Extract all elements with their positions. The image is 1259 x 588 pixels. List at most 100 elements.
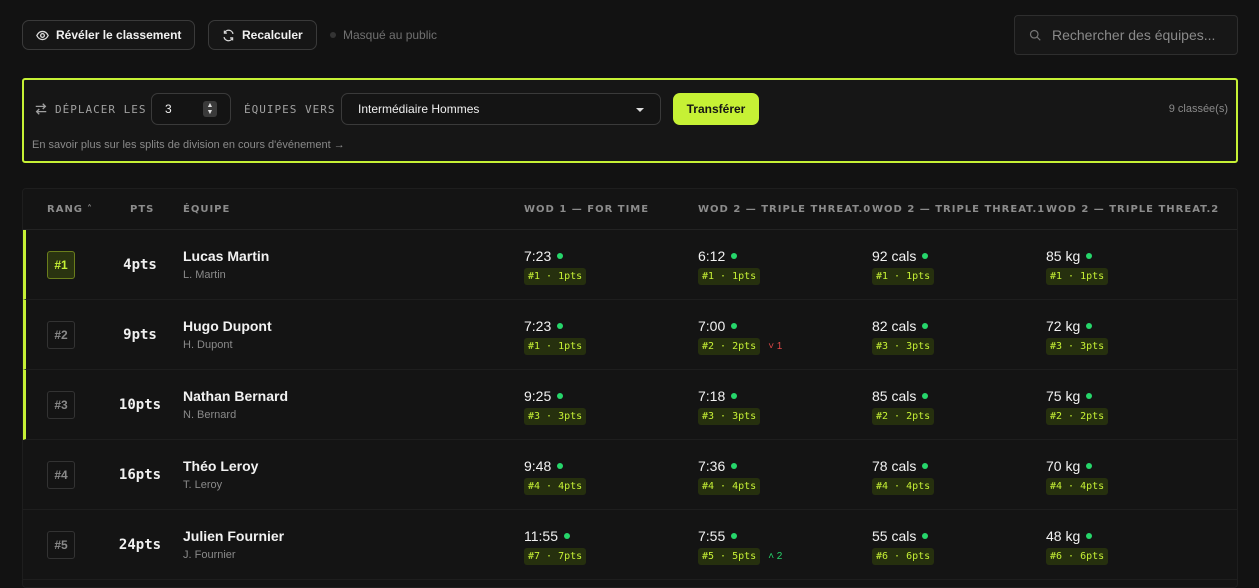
score-cell[interactable]: 6:12 #1 · 1pts	[698, 247, 761, 285]
validated-dot	[731, 253, 738, 259]
team-name[interactable]: Théo Leroy	[183, 458, 258, 474]
rank-badge: #3	[47, 391, 75, 419]
score-rank-chip: #6 · 6pts	[1046, 548, 1109, 565]
score-value: 7:36	[698, 458, 726, 474]
score-cell[interactable]: 92 cals #1 · 1pts	[872, 247, 935, 285]
validated-dot	[1086, 323, 1093, 329]
score-rank-chip: #2 · 2pts	[872, 408, 935, 425]
count-stepper[interactable]: ▲ ▼	[203, 101, 217, 117]
team-name[interactable]: Lucas Martin	[183, 248, 269, 264]
validated-dot	[922, 253, 929, 259]
validated-dot	[1086, 253, 1093, 259]
score-value: 55 cals	[872, 528, 917, 544]
validated-dot	[1086, 463, 1093, 469]
transfer-arrows-icon	[35, 103, 47, 115]
score-rank-chip: #5 · 5pts	[698, 548, 761, 565]
score-cell[interactable]: 7:18 #3 · 3pts	[698, 387, 761, 425]
table-row[interactable]: #4 16pts Théo Leroy T. Leroy 9:48 #4 · 4p…	[23, 440, 1237, 510]
score-value: 78 cals	[872, 458, 917, 474]
rank-badge: #5	[47, 531, 75, 559]
score-cell[interactable]: 55 cals #6 · 6pts	[872, 527, 935, 565]
score-cell[interactable]: 72 kg #3 · 3pts	[1046, 317, 1109, 355]
stepper-up-icon[interactable]: ▲	[207, 102, 214, 109]
score-rank-chip: #1 · 1pts	[1046, 268, 1109, 285]
score-cell[interactable]: 48 kg #6 · 6pts	[1046, 527, 1109, 565]
score-rank-chip: #3 · 3pts	[698, 408, 761, 425]
validated-dot	[557, 463, 564, 469]
recalculate-button[interactable]: Recalculer	[208, 20, 317, 50]
score-cell[interactable]: 70 kg #4 · 4pts	[1046, 457, 1109, 495]
team-count-input[interactable]: 3 ▲ ▼	[151, 93, 231, 125]
score-cell[interactable]: 78 cals #4 · 4pts	[872, 457, 935, 495]
score-value: 11:55	[524, 528, 558, 544]
score-value: 70 kg	[1046, 458, 1081, 474]
rank-column-header[interactable]: RANG ˄	[47, 204, 93, 215]
score-cell[interactable]: 7:55 #5 · 5pts ˄ 2	[698, 527, 782, 565]
move-label: DÉPLACER LES	[55, 103, 147, 116]
leaderboard-table: RANG ˄ PTS ÉQUIPE WOD 1 — FOR TIME WOD 2 …	[22, 188, 1238, 588]
score-value: 85 kg	[1046, 248, 1081, 264]
team-points: 10pts	[118, 397, 162, 413]
score-rank-chip: #6 · 6pts	[872, 548, 935, 565]
validated-dot	[1086, 533, 1093, 539]
score-cell[interactable]: 85 kg #1 · 1pts	[1046, 247, 1109, 285]
team-name[interactable]: Nathan Bernard	[183, 388, 288, 404]
division-select[interactable]: Intermédiaire Hommes	[341, 93, 661, 125]
team-member: H. Dupont	[183, 339, 233, 351]
validated-dot	[922, 393, 929, 399]
score-rank-chip: #4 · 4pts	[524, 478, 587, 495]
team-cell: Hugo Dupont H. Dupont	[183, 318, 272, 351]
rank-badge: #4	[47, 461, 75, 489]
validated-dot	[922, 533, 929, 539]
team-name[interactable]: Hugo Dupont	[183, 318, 272, 334]
table-row[interactable]: #1 4pts Lucas Martin L. Martin 7:23 #1 · …	[23, 230, 1237, 300]
team-name[interactable]: Julien Fournier	[183, 528, 284, 544]
score-cell[interactable]: 7:23 #1 · 1pts	[524, 247, 587, 285]
ranked-count: 9 classée(s)	[1168, 103, 1228, 115]
score-rank-chip: #4 · 4pts	[872, 478, 935, 495]
score-value: 6:12	[698, 248, 726, 264]
score-cell[interactable]: 85 cals #2 · 2pts	[872, 387, 935, 425]
teams-to-label: ÉQUIPES VERS	[244, 103, 336, 116]
team-member: J. Fournier	[183, 549, 236, 561]
learn-more-link[interactable]: En savoir plus sur les splits de divisio…	[32, 139, 345, 151]
table-row[interactable]: #2 9pts Hugo Dupont H. Dupont 7:23 #1 · 1…	[23, 300, 1237, 370]
score-cell[interactable]: 9:25 #3 · 3pts	[524, 387, 587, 425]
eye-icon	[36, 30, 49, 40]
team-cell: Julien Fournier J. Fournier	[183, 528, 284, 561]
score-value: 72 kg	[1046, 318, 1081, 334]
wod2-2-column-header: WOD 2 — TRIPLE THREAT.2	[1046, 204, 1220, 215]
table-row[interactable]: #3 10pts Nathan Bernard N. Bernard 9:25 #…	[23, 370, 1237, 440]
score-value: 7:18	[698, 388, 726, 404]
team-member: L. Martin	[183, 269, 226, 281]
score-cell[interactable]: 82 cals #3 · 3pts	[872, 317, 935, 355]
table-header: RANG ˄ PTS ÉQUIPE WOD 1 — FOR TIME WOD 2 …	[23, 189, 1237, 230]
transfer-button[interactable]: Transférer	[673, 93, 759, 125]
score-cell[interactable]: 75 kg #2 · 2pts	[1046, 387, 1109, 425]
score-rank-chip: #2 · 2pts	[698, 338, 761, 355]
team-points: 4pts	[123, 257, 157, 273]
reveal-ranking-button[interactable]: Révéler le classement	[22, 20, 196, 50]
score-rank-chip: #1 · 1pts	[872, 268, 935, 285]
score-cell[interactable]: 11:55 #7 · 7pts	[524, 527, 587, 565]
score-cell[interactable]: 9:48 #4 · 4pts	[524, 457, 587, 495]
score-cell[interactable]: 7:23 #1 · 1pts	[524, 317, 587, 355]
toolbar: Révéler le classement Recalculer Masqué …	[22, 15, 1238, 55]
validated-dot	[922, 323, 929, 329]
score-rank-chip: #1 · 1pts	[698, 268, 761, 285]
wod2-1-column-header: WOD 2 — TRIPLE THREAT.1	[872, 204, 1046, 215]
score-value: 82 cals	[872, 318, 917, 334]
score-rank-chip: #4 · 4pts	[1046, 478, 1109, 495]
score-value: 9:48	[524, 458, 552, 474]
team-cell: Théo Leroy T. Leroy	[183, 458, 258, 491]
score-cell[interactable]: 7:36 #4 · 4pts	[698, 457, 761, 495]
validated-dot	[731, 393, 738, 399]
rank-badge: #2	[47, 321, 75, 349]
team-search-input[interactable]: Rechercher des équipes...	[1014, 15, 1238, 55]
score-rank-chip: #4 · 4pts	[698, 478, 761, 495]
score-rank-chip: #7 · 7pts	[524, 548, 587, 565]
stepper-down-icon[interactable]: ▼	[207, 109, 214, 116]
table-row[interactable]: #5 24pts Julien Fournier J. Fournier 11:5…	[23, 510, 1237, 580]
score-cell[interactable]: 7:00 #2 · 2pts ˅ 1	[698, 317, 782, 355]
score-value: 92 cals	[872, 248, 917, 264]
